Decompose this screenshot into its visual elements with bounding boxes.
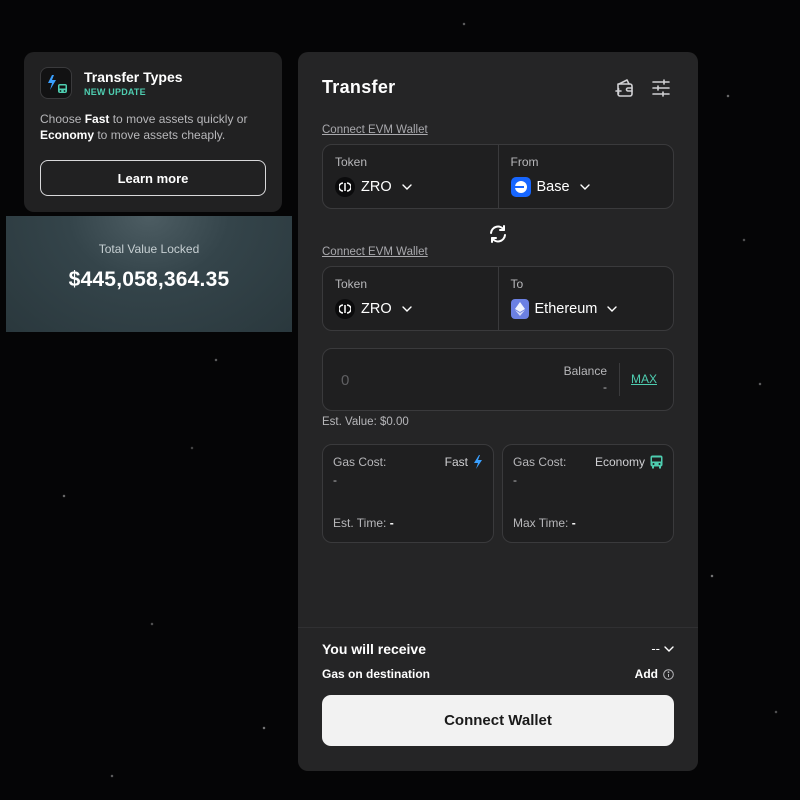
transfer-types-description: Choose Fast to move assets quickly or Ec… <box>40 111 266 143</box>
panel-title: Transfer <box>322 77 396 97</box>
source-token-selector[interactable]: Token ZRO <box>323 145 498 208</box>
desc-suffix: to move assets cheaply. <box>94 128 226 142</box>
transfer-types-title: Transfer Types <box>84 69 183 85</box>
economy-time-value: - <box>571 516 576 530</box>
transfer-panel: Transfer Connect EVM Wallet Token ZRO Fr… <box>298 52 698 771</box>
base-chain-icon <box>510 177 531 197</box>
fast-time-label: Est. Time: <box>333 516 387 530</box>
fast-gas-value: - <box>333 473 337 487</box>
destination-chain-select[interactable]: Ethereum <box>510 299 662 319</box>
source-chain-label: From <box>510 155 539 169</box>
info-icon <box>663 668 674 680</box>
source-token-value: ZRO <box>361 179 392 195</box>
zro-token-icon <box>335 177 355 197</box>
max-button[interactable]: MAX <box>631 372 657 386</box>
desc-prefix: Choose <box>40 112 85 126</box>
balance-value: - <box>603 380 607 394</box>
economy-time: Max Time: - <box>513 516 576 530</box>
gas-add-label: Add <box>634 667 658 681</box>
gas-destination-label: Gas on destination <box>322 667 431 681</box>
receive-toggle[interactable]: -- <box>651 641 674 656</box>
transfer-types-card: Transfer Types NEW UPDATE Choose Fast to… <box>24 52 282 212</box>
learn-more-button[interactable]: Learn more <box>40 160 266 196</box>
desc-economy: Economy <box>40 128 95 142</box>
economy-option-card[interactable]: Gas Cost: Economy - Max Time: - <box>502 444 674 543</box>
economy-gas-label: Gas Cost: <box>513 455 567 469</box>
amount-input[interactable] <box>341 369 521 391</box>
chevron-down-icon <box>401 306 412 312</box>
connect-evm-wallet-destination-link[interactable]: Connect EVM Wallet <box>322 246 428 258</box>
amount-box: Balance - MAX <box>322 348 674 411</box>
sliders-icon[interactable] <box>650 77 672 99</box>
chevron-down-icon <box>607 306 618 312</box>
tvl-label: Total Value Locked <box>98 242 200 256</box>
destination-token-select[interactable]: ZRO <box>335 299 486 319</box>
lightning-icon <box>474 455 482 469</box>
receive-label: You will receive <box>322 641 427 657</box>
destination-chain-selector[interactable]: To Ethereum <box>497 267 674 330</box>
destination-token-label: Token <box>335 277 368 291</box>
economy-option-name: Economy <box>594 455 645 469</box>
destination-chain-value: Ethereum <box>534 301 598 317</box>
gas-add-button[interactable]: Add <box>635 667 674 681</box>
source-selector: Token ZRO From Base <box>322 144 674 209</box>
destination-token-value: ZRO <box>361 301 392 317</box>
chevron-down-icon <box>664 645 674 652</box>
source-chain-selector[interactable]: From Base <box>497 145 674 208</box>
source-token-label: Token <box>335 155 368 169</box>
fast-option-name: Fast <box>444 455 468 469</box>
chevron-down-icon <box>401 184 412 190</box>
destination-selector: Token ZRO To Ethereum <box>322 266 674 331</box>
ethereum-chain-icon <box>510 299 529 319</box>
destination-token-selector[interactable]: Token ZRO <box>323 267 498 330</box>
tvl-card: Total Value Locked $445,058,364.35 <box>6 216 292 332</box>
est-value: Est. Value: $0.00 <box>322 416 409 428</box>
connect-evm-wallet-source-link[interactable]: Connect EVM Wallet <box>322 124 428 136</box>
economy-time-label: Max Time: <box>513 516 569 530</box>
source-chain-select[interactable]: Base <box>510 177 662 197</box>
receive-divider <box>298 627 698 628</box>
balance-label: Balance <box>563 364 607 378</box>
zro-token-icon <box>335 299 355 319</box>
fast-gas-label: Gas Cost: <box>333 455 387 469</box>
source-token-select[interactable]: ZRO <box>335 177 486 197</box>
swap-arrows-icon[interactable] <box>486 223 510 245</box>
fast-time-value: - <box>389 516 394 530</box>
transfer-types-header: Transfer Types NEW UPDATE <box>40 67 266 99</box>
source-chain-value: Base <box>536 179 570 195</box>
economy-gas-value: - <box>513 473 517 487</box>
fast-option-card[interactable]: Gas Cost: Fast - Est. Time: - <box>322 444 494 543</box>
fast-time: Est. Time: - <box>333 516 394 530</box>
bolt-bus-icon <box>40 67 72 99</box>
wallet-add-icon[interactable] <box>614 77 636 99</box>
bus-icon <box>650 455 663 469</box>
receive-value: -- <box>651 641 660 656</box>
desc-middle: to move assets quickly or <box>109 112 248 126</box>
connect-wallet-button[interactable]: Connect Wallet <box>322 695 674 746</box>
chevron-down-icon <box>579 184 590 190</box>
desc-fast: Fast <box>84 112 110 126</box>
new-update-badge: NEW UPDATE <box>84 87 146 97</box>
destination-chain-label: To <box>510 277 524 291</box>
tvl-value: $445,058,364.35 <box>68 268 230 291</box>
amount-divider <box>619 363 620 396</box>
